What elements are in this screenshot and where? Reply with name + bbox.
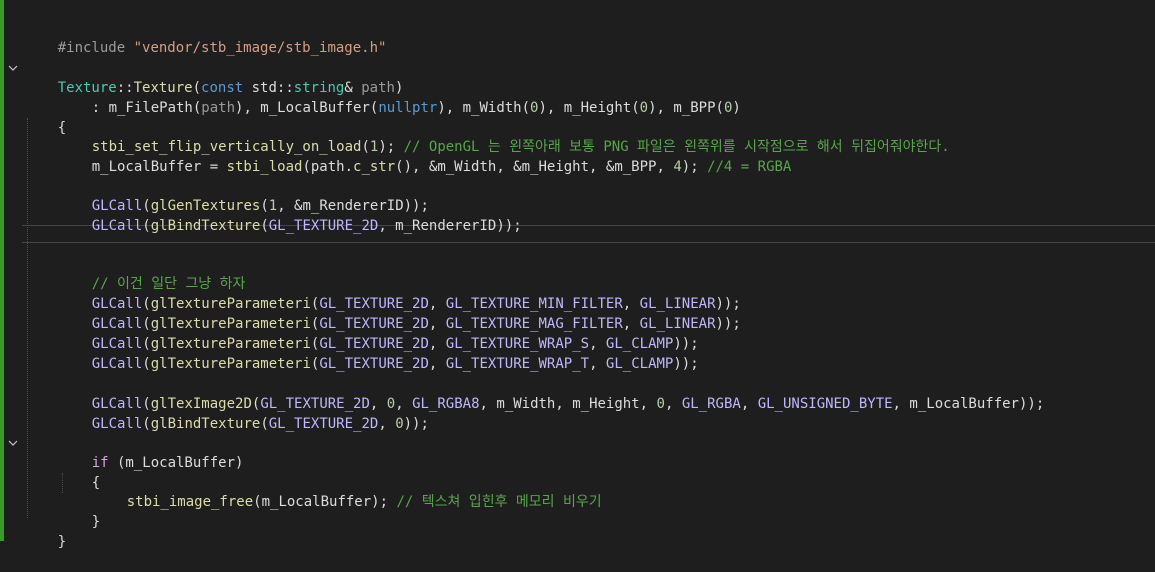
close-brace: } (91, 514, 101, 530)
code-text: ), m_LocalBuffer( (235, 100, 379, 116)
code-text: ( (260, 416, 269, 432)
code-text: m_LocalBuffer = (91, 159, 227, 175)
code-text: )); (403, 416, 429, 432)
code-text: )); (715, 316, 741, 332)
code-line[interactable]: : m_FilePath(path), m_LocalBuffer(nullpt… (58, 78, 741, 116)
number: 4 (673, 159, 682, 175)
macro: GL_TEXTURE_WRAP_T (445, 356, 590, 372)
code-line[interactable]: GLCall(glTextureParameteri(GL_TEXTURE_2D… (58, 294, 741, 332)
code-line[interactable]: GLCall(glBindTexture(GL_TEXTURE_2D, 0)); (58, 394, 429, 432)
macro: GLCall (91, 416, 143, 432)
code-text: , m_RendererID)); (378, 218, 522, 234)
comment: //4 = RGBA (707, 159, 792, 175)
function-call: glBindTexture (150, 218, 261, 234)
code-text: , m_LocalBuffer)); (892, 396, 1045, 412)
number: 0 (656, 396, 665, 412)
code-line[interactable]: GLCall(glTextureParameteri(GL_TEXTURE_2D… (58, 274, 741, 312)
code-line[interactable]: Texture::Texture(const std::string& path… (24, 58, 404, 96)
comment: // 텍스쳐 입힌후 메모리 비우기 (396, 494, 602, 510)
code-line[interactable]: } (58, 492, 100, 530)
function-call: stbi_image_free (126, 494, 254, 510)
code-line[interactable]: GLCall(glGenTextures(1, &m_RendererID)); (58, 176, 429, 214)
function-call: glBindTexture (150, 416, 261, 432)
number: 0 (395, 416, 404, 432)
collapse-chevron-icon[interactable] (7, 62, 19, 74)
code-text: , (589, 356, 606, 372)
code-line[interactable]: GLCall(glTexImage2D(GL_TEXTURE_2D, 0, GL… (58, 374, 1045, 412)
code-text: , (664, 396, 682, 412)
code-line[interactable]: { (58, 453, 100, 491)
macro: GL_TEXTURE_2D (268, 416, 379, 432)
include-path: "vendor/stb_image/stb_image.h" (133, 40, 387, 56)
parameter: path (201, 100, 236, 116)
code-text: (path. (302, 159, 354, 175)
code-text: ( (142, 218, 151, 234)
preprocessor-directive: #include (57, 40, 126, 56)
code-line[interactable]: #include "vendor/stb_image/stb_image.h" (24, 18, 387, 56)
code-text: )); (673, 356, 699, 372)
code-text: : m_FilePath( (91, 100, 202, 116)
code-line[interactable]: stbi_set_flip_vertically_on_load(1); // … (58, 117, 950, 155)
macro: GL_TEXTURE_2D (319, 356, 429, 372)
macro: GLCall (91, 356, 143, 372)
code-text: ( (142, 356, 151, 372)
code-line[interactable]: GLCall(glTextureParameteri(GL_TEXTURE_2D… (58, 314, 699, 352)
code-editor[interactable]: #include "vendor/stb_image/stb_image.h" … (0, 0, 1155, 550)
macro: GLCall (91, 218, 143, 234)
code-text: ( (260, 218, 269, 234)
code-text: ) (732, 100, 741, 116)
macro: GL_CLAMP (605, 356, 674, 372)
macro: GL_TEXTURE_2D (268, 218, 379, 234)
code-line[interactable]: if (m_LocalBuffer) (58, 433, 244, 471)
code-line[interactable]: GLCall(glBindTexture(GL_TEXTURE_2D, m_Re… (58, 196, 522, 234)
code-line[interactable]: { (24, 98, 66, 136)
number: 0 (639, 100, 649, 116)
macro: GL_UNSIGNED_BYTE (757, 396, 893, 412)
code-text: ( (142, 416, 151, 432)
function-call: c_str (353, 159, 396, 175)
code-text: , m_Width, m_Height, (479, 396, 657, 412)
code-text: ), m_BPP( (648, 100, 724, 116)
code-line[interactable]: // 이건 일단 그냥 하자 (58, 254, 246, 292)
code-text: (m_LocalBuffer); (253, 494, 397, 510)
code-text: ); (681, 159, 708, 175)
function-call: stbi_load (226, 159, 303, 175)
code-text: , (740, 396, 758, 412)
code-line[interactable]: m_LocalBuffer = stbi_load(path.c_str(), … (58, 137, 792, 175)
code-text: , (378, 416, 396, 432)
code-line[interactable]: } (24, 512, 66, 550)
indent-guide (27, 118, 28, 518)
code-line[interactable]: GLCall(glTextureParameteri(GL_TEXTURE_2D… (58, 334, 699, 372)
code-text: , (428, 356, 446, 372)
function-call: glTextureParameteri (150, 356, 311, 372)
change-indicator-bar (0, 0, 4, 541)
code-text: (m_LocalBuffer) (108, 455, 244, 471)
code-line[interactable]: stbi_image_free(m_LocalBuffer); // 텍스쳐 입… (93, 472, 602, 510)
code-text: ), m_Width( (437, 100, 531, 116)
code-text: ), m_Height( (538, 100, 640, 116)
collapse-chevron-icon[interactable] (7, 437, 19, 449)
code-text: (), &m_Width, &m_Height, &m_BPP, (395, 159, 674, 175)
macro: GL_RGBA (681, 396, 741, 412)
close-brace: } (57, 534, 67, 550)
keyword: nullptr (378, 100, 438, 116)
